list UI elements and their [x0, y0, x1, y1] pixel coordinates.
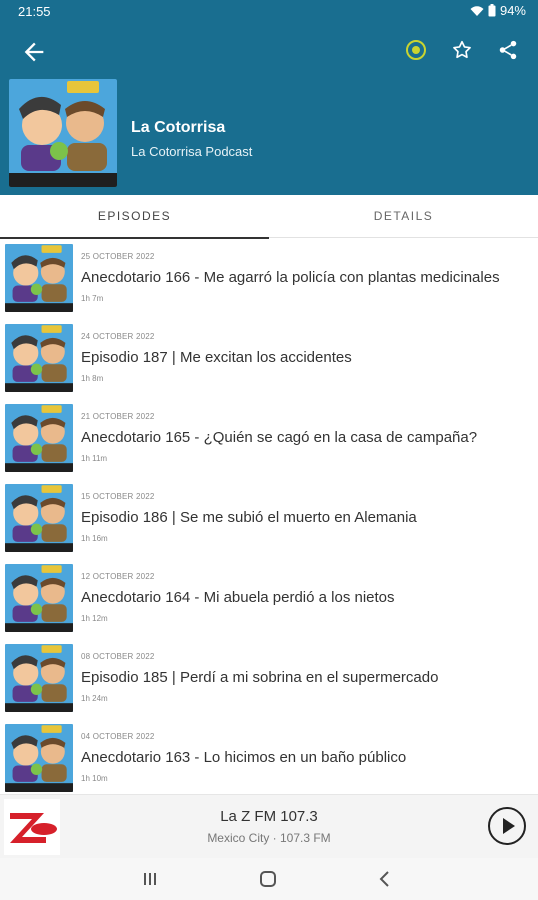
radio-icon: [406, 40, 426, 60]
home-icon[interactable]: [257, 868, 279, 890]
episode-thumbnail: [5, 244, 73, 312]
episode-thumbnail: [5, 724, 73, 792]
episode-duration: 1h 24m: [81, 694, 108, 703]
episode-duration: 1h 11m: [81, 454, 108, 463]
podcast-author: La Cotorrisa Podcast: [131, 144, 253, 159]
episode-duration: 1h 10m: [81, 774, 108, 783]
episode-duration: 1h 8m: [81, 374, 104, 383]
episode-title: Episodio 185 | Perdí a mi sobrina en el …: [81, 669, 439, 686]
episode-thumbnail-icon: [5, 324, 73, 392]
header-actions: [402, 36, 522, 64]
episode-row[interactable]: 25 OCTOBER 2022 Anecdotario 166 - Me agar…: [0, 238, 538, 318]
episode-thumbnail: [5, 404, 73, 472]
episode-thumbnail-icon: [5, 724, 73, 792]
battery-level: 94%: [499, 3, 526, 18]
episode-title: Episodio 186 | Se me subió el muerto en …: [81, 509, 417, 526]
episode-date: 24 OCTOBER 2022: [81, 332, 155, 341]
star-icon: [453, 40, 471, 59]
back-nav-icon[interactable]: [374, 868, 396, 890]
episode-thumbnail: [5, 324, 73, 392]
episode-row[interactable]: 24 OCTOBER 2022 Episodio 187 | Me excitan…: [0, 318, 538, 398]
system-nav-bar: [0, 858, 538, 900]
episode-thumbnail-icon: [5, 404, 73, 472]
share-icon: [499, 40, 517, 60]
episode-row[interactable]: 12 OCTOBER 2022 Anecdotario 164 - Mi abue…: [0, 558, 538, 638]
status-right: 94%: [470, 3, 526, 18]
episode-thumbnail: [5, 644, 73, 712]
battery-icon: [488, 4, 496, 17]
episode-thumbnail-icon: [5, 564, 73, 632]
episode-date: 12 OCTOBER 2022: [81, 572, 155, 581]
episode-date: 21 OCTOBER 2022: [81, 412, 155, 421]
episode-thumbnail: [5, 484, 73, 552]
episode-row[interactable]: 08 OCTOBER 2022 Episodio 185 | Perdí a mi…: [0, 638, 538, 718]
tab-episodes[interactable]: EPISODES: [0, 195, 269, 239]
play-icon[interactable]: [487, 806, 527, 846]
mini-player[interactable]: La Z FM 107.3 Mexico City · 107.3 FM: [0, 794, 538, 858]
radio-button[interactable]: [402, 36, 430, 64]
favorite-button[interactable]: [448, 36, 476, 64]
episode-date: 04 OCTOBER 2022: [81, 732, 155, 741]
episode-thumbnail: [5, 564, 73, 632]
recents-icon[interactable]: [139, 868, 161, 890]
episode-date: 25 OCTOBER 2022: [81, 252, 155, 261]
episode-row[interactable]: 04 OCTOBER 2022 Anecdotario 163 - Lo hici…: [0, 718, 538, 794]
episode-title: Anecdotario 165 - ¿Quién se cagó en la c…: [81, 429, 478, 446]
episode-title: Anecdotario 164 - Mi abuela perdió a los…: [81, 589, 395, 606]
episode-duration: 1h 16m: [81, 534, 108, 543]
podcast-cover: [9, 79, 117, 187]
episode-list: 25 OCTOBER 2022 Anecdotario 166 - Me agar…: [0, 238, 538, 794]
tab-details[interactable]: DETAILS: [269, 195, 538, 238]
episode-title: Episodio 187 | Me excitan los accidentes: [81, 349, 352, 366]
episode-thumbnail-icon: [5, 644, 73, 712]
episode-title: Anecdotario 166 - Me agarró la policía c…: [81, 269, 500, 286]
episode-duration: 1h 12m: [81, 614, 108, 623]
station-name: La Z FM 107.3: [220, 808, 318, 825]
podcast-title: La Cotorrisa: [131, 119, 226, 136]
cover-art-icon: [9, 79, 117, 187]
episode-title: Anecdotario 163 - Lo hicimos en un baño …: [81, 749, 407, 766]
status-time: 21:55: [18, 4, 51, 19]
podcast-header: La Cotorrisa La Cotorrisa Podcast: [0, 24, 538, 195]
episode-row[interactable]: 21 OCTOBER 2022 Anecdotario 165 - ¿Quién …: [0, 398, 538, 478]
status-bar: 21:55 94%: [0, 0, 538, 24]
episode-date: 15 OCTOBER 2022: [81, 492, 155, 501]
episode-thumbnail-icon: [5, 244, 73, 312]
episode-date: 08 OCTOBER 2022: [81, 652, 155, 661]
episode-duration: 1h 7m: [81, 294, 104, 303]
back-icon[interactable]: [20, 38, 48, 66]
tab-bar: EPISODES DETAILS: [0, 195, 538, 239]
wifi-icon: [470, 5, 484, 16]
station-subtitle: Mexico City · 107.3 FM: [207, 831, 331, 845]
episode-row[interactable]: 15 OCTOBER 2022 Episodio 186 | Se me subi…: [0, 478, 538, 558]
episode-thumbnail-icon: [5, 484, 73, 552]
share-button[interactable]: [494, 36, 522, 64]
